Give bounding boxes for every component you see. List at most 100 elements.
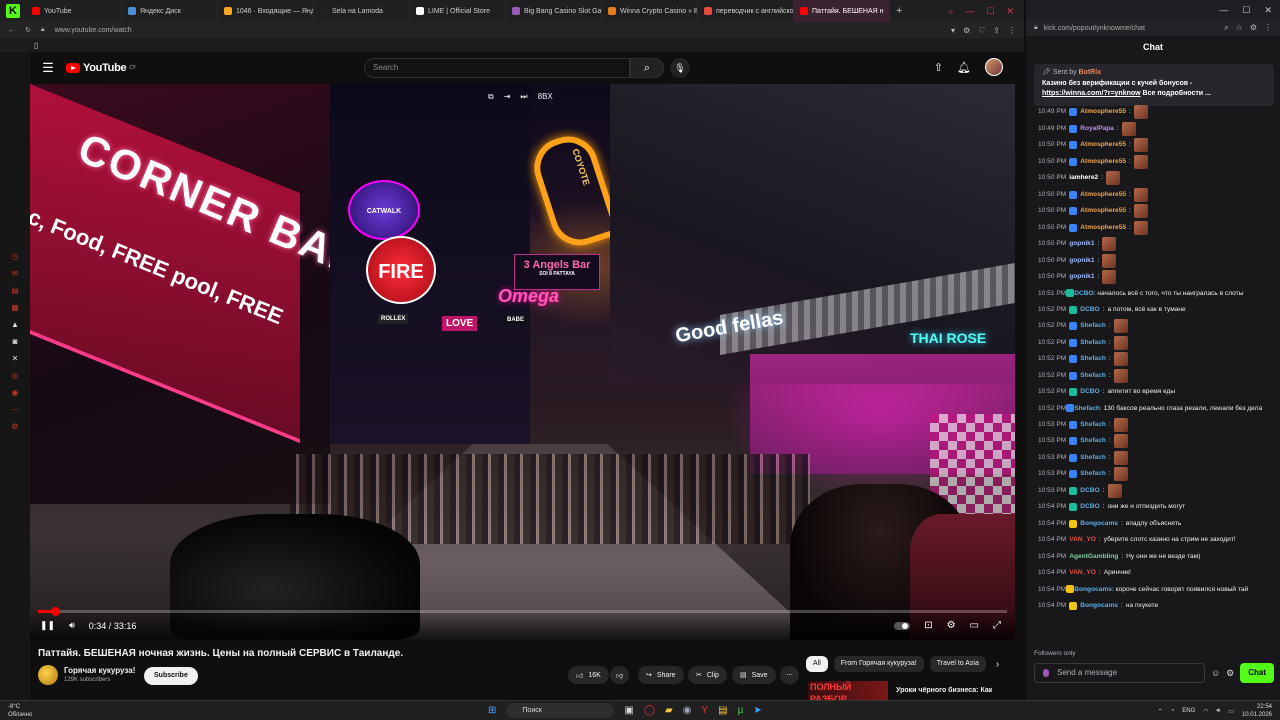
chat-message[interactable]: 10:52 PM Shefach: (1038, 368, 1278, 385)
progress-scrubber[interactable] (50, 607, 60, 616)
subscribe-button[interactable]: Subscribe (144, 667, 198, 685)
bookmark-icon[interactable]: ▾ (951, 26, 955, 35)
chat-message[interactable]: 10:50 PM gopnik1: (1038, 253, 1278, 270)
share-button[interactable]: ↪ Share (638, 666, 684, 684)
minimize-button[interactable]: — (965, 6, 974, 17)
sidebar-more-icon[interactable]: ⋯ (11, 405, 19, 414)
kick-logo-icon[interactable]: K (0, 0, 26, 22)
chat-message[interactable]: 10:51 PM DCBO: началось всё с того, что т… (1038, 286, 1278, 302)
chat-message[interactable]: 10:54 PM VAN_YO: уберите слотс казино на … (1038, 532, 1278, 549)
chat-username[interactable]: Bongocams (1080, 598, 1118, 615)
chat-username[interactable]: Atmosphere55 (1080, 187, 1126, 204)
sidebar-settings-icon[interactable]: ⚙ (11, 422, 18, 431)
maximize-button[interactable]: ☐ (986, 6, 994, 17)
share-page-icon[interactable]: ⇪ (993, 26, 1000, 35)
chat-message[interactable]: 10:52 PM Shefach: (1038, 335, 1278, 352)
clock[interactable]: 22:54 10.01.2026 (1242, 703, 1272, 719)
hamburger-menu-icon[interactable]: ☰ (30, 60, 66, 76)
task-view-icon[interactable]: ▣ (624, 705, 633, 716)
chat-message[interactable]: 10:54 PM AgentGambling: Ну они же не везд… (1038, 549, 1278, 566)
sidebar-download-icon[interactable]: ◉ (12, 388, 19, 397)
notifications-bell-icon[interactable]: 🔔︎ (957, 61, 971, 74)
chat-message[interactable]: 10:53 PM DCBO: (1038, 483, 1278, 500)
recommended-title[interactable]: Уроки чёрного бизнеса: Как (896, 687, 992, 694)
chat-username[interactable]: Shefach (1080, 368, 1106, 385)
chat-message[interactable]: 10:49 PM Atmosphere55: (1038, 104, 1278, 121)
chat-zoom-icon[interactable]: ⌕ (1224, 23, 1228, 33)
reload-icon[interactable]: ↻ (25, 26, 31, 34)
chat-message[interactable]: 10:50 PM Atmosphere55: (1038, 154, 1278, 171)
settings-gear-icon[interactable]: ⚙ (947, 620, 956, 631)
file-explorer-icon[interactable]: ▰ (665, 705, 673, 716)
chat-message[interactable]: 10:50 PM Atmosphere55: (1038, 203, 1278, 220)
pause-button[interactable]: ❚❚ (40, 620, 55, 631)
chat-username[interactable]: Bongocams (1080, 516, 1118, 533)
weather-widget[interactable]: -8°C Облачно (8, 703, 32, 719)
chat-username[interactable]: Shefach (1080, 318, 1106, 335)
chat-username[interactable]: Bongocams (1074, 586, 1112, 593)
chat-message[interactable]: 10:53 PM Shefach: (1038, 417, 1278, 434)
chat-message[interactable]: 10:50 PM gopnik1: (1038, 269, 1278, 286)
chat-message[interactable]: 10:50 PM Atmosphere55: (1038, 220, 1278, 237)
close-window-button[interactable]: ✕ (1006, 6, 1014, 17)
chip-from-channel[interactable]: From Горячая кукуруза! (833, 656, 924, 672)
browser-tab[interactable]: Winna Crypto Casino » Be (602, 0, 698, 22)
chat-username[interactable]: DCBO (1080, 302, 1099, 319)
chat-username[interactable]: Shefach (1080, 466, 1106, 483)
chat-message[interactable]: 10:50 PM iamhere2: (1038, 170, 1278, 187)
tray-chevron-icon[interactable]: ⌃ (1158, 708, 1163, 715)
sidebar-aria-icon[interactable]: ▲ (11, 320, 19, 329)
pinned-link[interactable]: https://winna.com/?r=ynknow (1042, 90, 1141, 97)
more-actions-button[interactable]: ⋯ (780, 666, 799, 684)
chat-message[interactable]: 10:52 PM Shefach: (1038, 318, 1278, 335)
voice-search-button[interactable]: 🎙︎ (670, 58, 690, 78)
chat-username[interactable]: Shefach (1080, 433, 1106, 450)
progress-bar[interactable] (38, 607, 1007, 616)
chat-username[interactable]: DCBO (1080, 483, 1099, 500)
settings-icon[interactable]: ⚙ (1226, 668, 1234, 679)
chat-close-button[interactable]: ✕ (1264, 5, 1272, 16)
autoplay-toggle[interactable] (894, 621, 911, 630)
pinned-message[interactable]: 📌︎ Sent by BotRix Казино без верификации… (1034, 64, 1274, 106)
subtitles-icon[interactable]: ⊡ (924, 620, 932, 631)
chat-maximize-button[interactable]: ☐ (1242, 5, 1250, 16)
new-tab-button[interactable]: + (890, 5, 908, 17)
chat-username[interactable]: gopnik1 (1069, 236, 1094, 253)
chat-username[interactable]: RoyalPapa (1080, 121, 1114, 138)
battery-icon[interactable]: ▭ (1228, 708, 1234, 715)
chevron-right-icon[interactable]: › (996, 659, 999, 670)
taskbar-search[interactable]: Поиск (506, 703, 615, 718)
browser-tab[interactable]: YouTube (26, 0, 122, 22)
chat-username[interactable]: Shefach (1080, 417, 1106, 434)
chat-bookmark-icon[interactable]: ☆ (1236, 23, 1243, 33)
create-upload-icon[interactable]: ⇧ (934, 61, 943, 74)
next-icon[interactable]: ⏭ (520, 92, 527, 102)
chat-message[interactable]: 10:54 PM DCBO: они же и отпиздить могут (1038, 499, 1278, 516)
sidebar-messenger-icon[interactable]: ✉ (12, 269, 19, 278)
chat-username[interactable]: VAN_YO (1069, 565, 1096, 582)
chip-all[interactable]: All (806, 656, 828, 672)
chat-message[interactable]: 10:53 PM Shefach: (1038, 466, 1278, 483)
start-windows-icon[interactable]: ⊞ (488, 705, 496, 716)
chat-username[interactable]: gopnik1 (1069, 269, 1094, 286)
chat-username[interactable]: gopnik1 (1069, 253, 1094, 270)
browser-tab[interactable]: Big Bang Casino Slot Gam (506, 0, 602, 22)
chat-username[interactable]: DCBO (1074, 290, 1093, 297)
sidebar-notes-icon[interactable]: ▤ (11, 286, 19, 295)
miniplayer-icon[interactable]: ⧉ (488, 92, 494, 102)
chat-message-input[interactable]: Send a message (1034, 663, 1205, 683)
chat-minimize-button[interactable]: — (1219, 5, 1228, 15)
chat-url-field[interactable]: kick.com/popout/ynknowme/chat (1044, 25, 1145, 32)
sidebar-history-icon[interactable]: ◷ (12, 252, 19, 261)
chat-message[interactable]: 10:53 PM Shefach: (1038, 450, 1278, 467)
chat-username[interactable]: Atmosphere55 (1080, 203, 1126, 220)
chat-message[interactable]: 10:54 PM VAN_YO: Аринчик! (1038, 565, 1278, 582)
menu-icon[interactable]: ⋮ (1008, 26, 1016, 35)
file-icon[interactable]: ▯ (34, 41, 38, 50)
theater-mode-icon[interactable]: ▭ (970, 620, 979, 631)
opera-icon[interactable]: ◯ (644, 705, 655, 716)
search-tabs-icon[interactable]: ⌕ (948, 6, 953, 17)
utorrent-icon[interactable]: µ (738, 705, 744, 716)
sidebar-twitch-icon[interactable]: ◙ (13, 337, 18, 346)
user-avatar[interactable] (985, 58, 1003, 76)
